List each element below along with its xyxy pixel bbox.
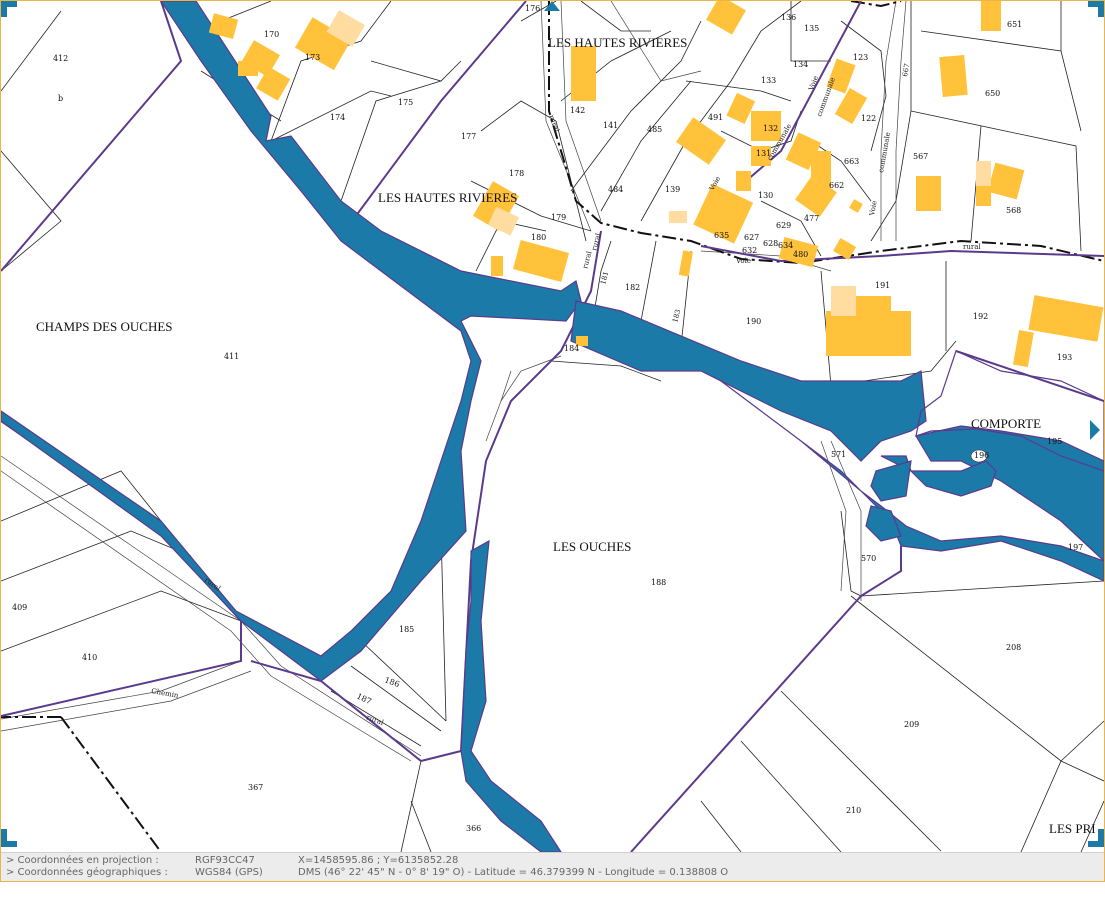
parcel-label: b xyxy=(58,94,63,103)
parcel-label: 184 xyxy=(564,344,579,353)
road-label: Voie xyxy=(735,257,751,265)
projection-system: RGF93CC47 xyxy=(195,855,255,866)
road-label: rural xyxy=(581,250,593,270)
projection-label: > Coordonnées en projection : xyxy=(6,855,159,866)
road-label: rural xyxy=(590,232,602,252)
parcel-label: 132 xyxy=(763,124,778,133)
parcel-label: 191 xyxy=(875,281,890,290)
parcel-label: 179 xyxy=(551,213,566,222)
lieudit-label: LES HAUTES RIVIERES xyxy=(378,190,517,205)
parcel-label: 186 xyxy=(383,675,400,689)
parcel-label: 366 xyxy=(466,824,481,833)
parcel-label: 628 xyxy=(763,239,778,248)
road-label: rural xyxy=(547,114,561,134)
road-label: communale xyxy=(877,132,892,174)
lieudit-label: CHAMPS DES OUCHES xyxy=(36,319,173,334)
parcel-label: 170 xyxy=(264,30,279,39)
parcel-label: 571 xyxy=(831,450,846,459)
parcel-label: 477 xyxy=(804,214,819,223)
parcel-label: 180 xyxy=(531,233,546,242)
parcel-label: 635 xyxy=(714,231,729,240)
parcel-label: 188 xyxy=(651,578,666,587)
parcel-label: 650 xyxy=(985,89,1000,98)
parcel-label: 568 xyxy=(1006,206,1021,215)
projection-value: X=1458595.86 ; Y=6135852.28 xyxy=(298,855,459,866)
coordinates-panel: > Coordonnées en projection : RGF93CC47 … xyxy=(1,852,1104,881)
corner-marker-icon xyxy=(1088,1,1104,17)
parcel-label: 480 xyxy=(793,250,808,259)
corner-marker-icon xyxy=(1,829,17,847)
pan-north-arrow-icon[interactable] xyxy=(544,1,560,11)
road-label: rural xyxy=(963,243,981,251)
parcel-label: 634 xyxy=(778,241,793,250)
parcel-label: 195 xyxy=(1047,437,1062,446)
geographic-value: DMS (46° 22' 45" N - 0° 8' 19" O) - Lati… xyxy=(298,867,729,878)
parcel-label: 139 xyxy=(665,185,680,194)
parcel-label: 130 xyxy=(758,191,773,200)
geographic-label: > Coordonnées géographiques : xyxy=(6,867,168,878)
parcel-label: 485 xyxy=(647,125,662,134)
map-viewer[interactable]: 412 b 170 173 174 175 176 177 178 179 18… xyxy=(0,0,1105,882)
parcel-label: 629 xyxy=(776,221,791,230)
parcel-label: 651 xyxy=(1007,20,1022,29)
parcel-label: 409 xyxy=(12,603,27,612)
parcel-label: 185 xyxy=(399,625,414,634)
parcel-label: 210 xyxy=(846,806,861,815)
parcel-label: 141 xyxy=(603,121,618,130)
parcel-label: 142 xyxy=(570,106,585,115)
parcel-label: 187 xyxy=(355,692,373,707)
parcel-label: 174 xyxy=(330,113,345,122)
pan-east-arrow-icon[interactable] xyxy=(1090,420,1100,440)
parcel-label: 175 xyxy=(398,98,413,107)
road-label: Chemin xyxy=(151,687,180,700)
lieudit-label: LES OUCHES xyxy=(553,539,631,554)
parcel-label: 190 xyxy=(746,317,761,326)
parcel-label: 667 xyxy=(901,63,911,78)
parcel-label: 570 xyxy=(861,554,876,563)
road-label: Voie xyxy=(807,75,820,93)
parcel-label: 135 xyxy=(804,24,819,33)
parcel-label: 567 xyxy=(913,152,928,161)
geographic-system: WGS84 (GPS) xyxy=(195,867,263,878)
parcel-label: 491 xyxy=(708,113,723,122)
parcel-label: 133 xyxy=(761,76,776,85)
parcel-label: 178 xyxy=(509,169,524,178)
corner-marker-icon xyxy=(1088,829,1104,847)
parcel-label: 193 xyxy=(1057,353,1072,362)
parcel-label: 411 xyxy=(224,352,239,361)
parcel-label: 122 xyxy=(861,114,876,123)
parcel-label: 484 xyxy=(608,185,623,194)
parcel-label: 197 xyxy=(1068,543,1083,552)
parcel-label: 627 xyxy=(744,233,759,242)
parcel-label: 367 xyxy=(248,783,263,792)
lieudit-label: COMPORTE xyxy=(971,416,1041,431)
parcel-label: 208 xyxy=(1006,643,1021,652)
buildings xyxy=(208,1,1104,368)
parcel-label: 663 xyxy=(844,157,859,166)
parcel-label: 123 xyxy=(853,53,868,62)
parcel-label: 134 xyxy=(793,60,808,69)
road-label: Voie xyxy=(868,200,879,217)
parcel-label: 412 xyxy=(53,54,68,63)
parcel-label: 173 xyxy=(305,53,320,62)
parcel-label: 182 xyxy=(625,283,640,292)
parcel-label: 183 xyxy=(671,309,682,324)
cadastral-map[interactable]: 412 b 170 173 174 175 176 177 178 179 18… xyxy=(1,1,1104,852)
corner-marker-icon xyxy=(1,1,17,17)
parcel-label: 136 xyxy=(781,13,796,22)
parcel-label: 196 xyxy=(974,451,989,460)
parcel-label: 192 xyxy=(973,312,988,321)
lieudit-label: LES HAUTES RIVIERES xyxy=(548,35,687,50)
parcel-label: 209 xyxy=(904,720,919,729)
parcel-label: 177 xyxy=(461,132,476,141)
parcel-label: 410 xyxy=(82,653,97,662)
parcel-label: 662 xyxy=(829,181,844,190)
parcel-label: 632 xyxy=(742,246,757,255)
parcel-label: 176 xyxy=(525,4,540,13)
